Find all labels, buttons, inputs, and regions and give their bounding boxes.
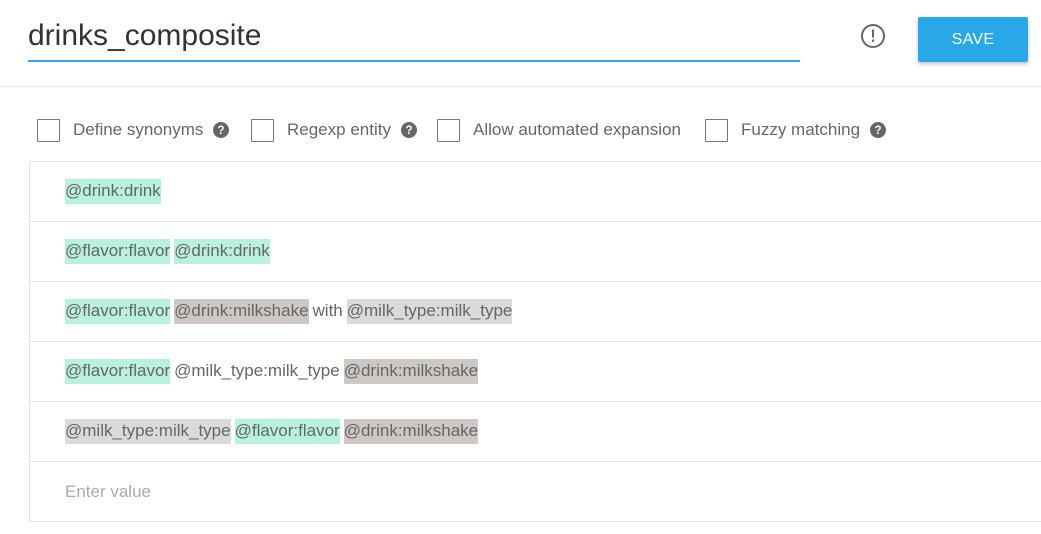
help-icon[interactable]: ? <box>213 122 230 138</box>
entity-token: @drink:drink <box>65 179 161 204</box>
plain-text-token: with <box>312 301 343 320</box>
option-define-synonyms[interactable]: Define synonyms ? <box>37 112 230 148</box>
option-regexp-entity[interactable]: Regexp entity ? <box>251 112 417 148</box>
define-synonyms-checkbox[interactable] <box>37 118 60 142</box>
entity-token: @milk_type:milk_type <box>346 299 513 324</box>
entity-token: @drink:milkshake <box>343 419 479 444</box>
entry-row[interactable]: @milk_type:milk_type @flavor:flavor @dri… <box>30 402 1041 462</box>
regexp-entity-checkbox[interactable] <box>251 118 274 142</box>
entity-header: SAVE <box>0 0 1041 87</box>
entity-token: @drink:milkshake <box>343 359 479 384</box>
entity-token: @drink:drink <box>174 239 270 264</box>
entry-row[interactable]: @drink:drink <box>30 162 1041 222</box>
entity-token: @flavor:flavor <box>65 299 171 324</box>
fuzzy-matching-checkbox[interactable] <box>705 118 728 142</box>
entity-token: @flavor:flavor <box>234 419 340 444</box>
help-icon[interactable]: ? <box>400 122 417 138</box>
exclamation-circle-icon[interactable] <box>860 23 886 49</box>
help-icon[interactable]: ? <box>870 122 887 138</box>
fuzzy-matching-label: Fuzzy matching <box>741 120 861 139</box>
entity-token: @flavor:flavor <box>65 359 171 384</box>
svg-text:?: ? <box>875 125 882 137</box>
define-synonyms-label: Define synonyms <box>73 120 204 139</box>
entry-row[interactable]: @flavor:flavor @drink:drink <box>30 222 1041 282</box>
entity-name-field <box>28 14 800 62</box>
entry-row[interactable]: @flavor:flavor @milk_type:milk_type @dri… <box>30 342 1041 402</box>
svg-text:?: ? <box>405 125 412 137</box>
entity-entries-list: @drink:drink @flavor:flavor @drink:drink… <box>29 161 1041 522</box>
allow-automated-expansion-checkbox[interactable] <box>437 118 460 142</box>
option-fuzzy-matching[interactable]: Fuzzy matching ? <box>705 112 887 148</box>
entity-name-input[interactable] <box>28 14 800 58</box>
save-button[interactable]: SAVE <box>918 17 1028 62</box>
entity-token: @flavor:flavor <box>65 239 171 264</box>
new-entry-row <box>30 462 1041 522</box>
entry-row[interactable]: @flavor:flavor @drink:milkshake with @mi… <box>30 282 1041 342</box>
svg-text:?: ? <box>218 125 225 137</box>
enter-value-input[interactable] <box>65 481 665 502</box>
option-allow-automated-expansion[interactable]: Allow automated expansion <box>437 112 681 148</box>
regexp-entity-label: Regexp entity <box>287 120 391 139</box>
entity-token: @drink:milkshake <box>174 299 309 324</box>
entity-token: @milk_type:milk_type <box>174 361 340 380</box>
entity-options: Define synonyms ? Regexp entity ? Allow … <box>0 112 1041 148</box>
entity-token: @milk_type:milk_type <box>65 419 231 444</box>
allow-automated-expansion-label: Allow automated expansion <box>473 120 681 139</box>
